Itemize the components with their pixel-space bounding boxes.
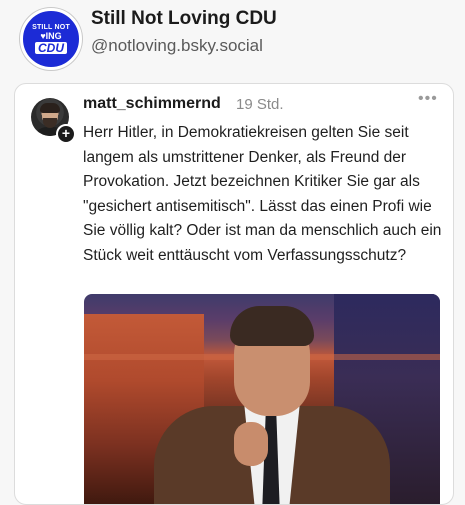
post-author-name[interactable]: matt_schimmernd — [83, 95, 221, 113]
post-text: Herr Hitler, in Demokratiekreisen gelten… — [83, 124, 442, 264]
logo-text-line-1: STILL NOT — [32, 24, 70, 31]
account-logo[interactable]: STILL NOT ♥ING CDU — [20, 8, 82, 70]
more-icon[interactable]: ••• — [418, 90, 438, 108]
logo-text-line-3: CDU — [35, 42, 67, 54]
quoted-post-card[interactable]: + matt_schimmernd 19 Std. ••• Herr Hitle… — [14, 83, 454, 505]
repost-header: STILL NOT ♥ING CDU Still Not Loving CDU … — [0, 0, 465, 80]
follow-plus-icon[interactable]: + — [56, 124, 76, 144]
image-person-hair — [230, 306, 314, 346]
logo-text-line-2: ♥ING — [40, 31, 62, 41]
avatar-hair — [40, 103, 60, 113]
account-handle[interactable]: @notloving.bsky.social — [91, 36, 263, 56]
post-timestamp: 19 Std. — [236, 96, 284, 113]
image-person-hand — [234, 422, 268, 466]
post-image[interactable] — [84, 294, 440, 504]
account-display-name[interactable]: Still Not Loving CDU — [91, 8, 277, 30]
